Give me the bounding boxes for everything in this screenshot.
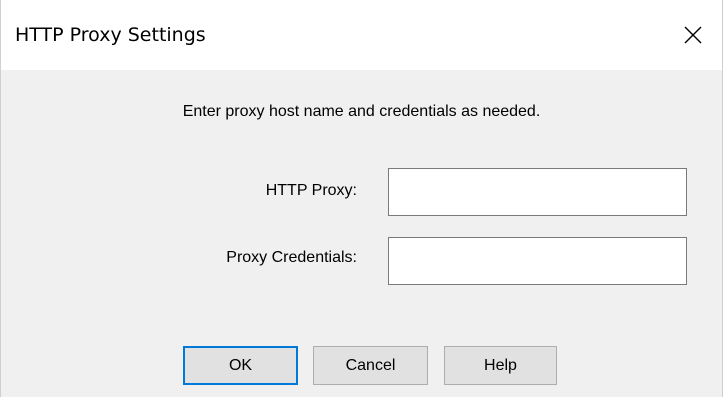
http-proxy-input[interactable] [388, 168, 687, 216]
help-button[interactable]: Help [444, 346, 557, 385]
cancel-button[interactable]: Cancel [313, 346, 428, 385]
ok-button[interactable]: OK [183, 346, 298, 385]
proxy-credentials-input[interactable] [388, 237, 687, 285]
title-bar: HTTP Proxy Settings [1, 0, 722, 70]
window-title: HTTP Proxy Settings [15, 24, 206, 46]
close-button[interactable] [662, 0, 722, 70]
proxy-settings-dialog: HTTP Proxy Settings Enter proxy host nam… [0, 0, 723, 397]
http-proxy-label: HTTP Proxy: [265, 182, 357, 199]
proxy-credentials-label: Proxy Credentials: [226, 249, 357, 266]
instruction-text: Enter proxy host name and credentials as… [182, 103, 541, 120]
close-icon [684, 26, 702, 44]
